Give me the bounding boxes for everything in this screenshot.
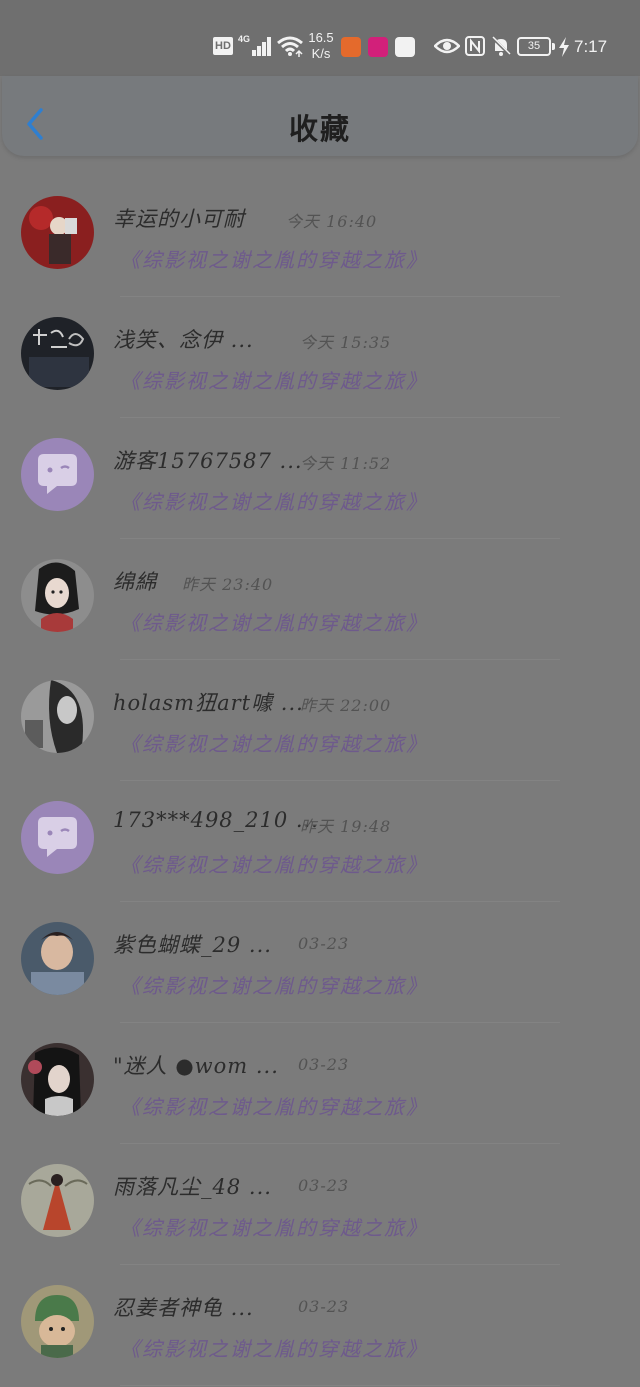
charging-icon [559,37,569,57]
speed-unit: K/s [311,46,331,61]
avatar[interactable] [21,680,94,753]
timestamp: 03-23 [298,1176,350,1195]
book-title[interactable]: 《综影视之谢之胤的穿越之旅》 [120,365,428,394]
book-title[interactable]: 《综影视之谢之胤的穿越之旅》 [120,486,428,515]
timestamp: 今天 11:52 [300,454,392,473]
list-item[interactable]: 幸运的小可耐 今天 16:40 《综影视之谢之胤的穿越之旅》 [0,156,640,297]
wifi-icon [277,36,303,57]
list-item[interactable]: 浅笑、念伊 ... 今天 15:35 《综影视之谢之胤的穿越之旅》 [0,277,640,418]
timestamp: 昨天 22:00 [300,696,392,715]
timestamp: 03-23 [298,1055,350,1074]
user-name: 紫色蝴蝶_29 ... [113,933,272,957]
default-avatar-icon[interactable] [21,438,94,511]
list-item[interactable]: 173***498_210 ... 昨天 19:48 《综影视之谢之胤的穿越之旅… [0,761,640,902]
bell-off-icon [490,35,512,57]
page-title: 收藏 [288,112,351,146]
avatar[interactable] [21,922,94,995]
battery-tip [552,43,555,50]
app-icon [341,37,361,57]
user-name: 绵綿 [113,570,157,594]
app-icon [368,37,388,57]
list-item[interactable]: 绵綿 昨天 23:40 《综影视之谢之胤的穿越之旅》 [0,519,640,660]
nfc-icon [465,36,485,56]
book-title[interactable]: 《综影视之谢之胤的穿越之旅》 [120,244,428,273]
user-name: 173***498_210 ... [113,808,319,832]
timestamp: 03-23 [298,1297,350,1316]
hd-icon: HD [213,37,233,55]
status-bar: HD 4G 16.5 K/s 35 7:17 [0,0,640,76]
avatar[interactable] [21,559,94,632]
list-item[interactable]: 游客15767587 ... 今天 11:52 《综影视之谢之胤的穿越之旅》 [0,398,640,539]
huawei-icon [395,37,415,57]
book-title[interactable]: 《综影视之谢之胤的穿越之旅》 [120,1333,428,1362]
book-title[interactable]: 《综影视之谢之胤的穿越之旅》 [120,970,428,999]
list-item[interactable]: 雨落凡尘_48 ... 03-23 《综影视之谢之胤的穿越之旅》 [0,1124,640,1265]
book-title[interactable]: 《综影视之谢之胤的穿越之旅》 [120,849,428,878]
clock: 7:17 [574,37,608,56]
timestamp: 今天 16:40 [286,212,378,231]
user-name: 幸运的小可耐 [113,207,245,231]
user-name: 游客15767587 ... [113,449,303,473]
avatar[interactable] [21,1164,94,1237]
list-item[interactable]: 紫色蝴蝶_29 ... 03-23 《综影视之谢之胤的穿越之旅》 [0,882,640,1023]
eye-icon [434,38,460,54]
user-name: 浅笑、念伊 ... [113,328,254,352]
avatar[interactable] [21,1285,94,1358]
signal-icon [246,36,272,56]
user-name: "迷人 ●wom ... [113,1054,279,1078]
divider [120,1385,560,1386]
avatar[interactable] [21,1043,94,1116]
list-item[interactable]: "迷人 ●wom ... 03-23 《综影视之谢之胤的穿越之旅》 [0,1003,640,1144]
list-item[interactable]: 忍姜者神龟 ... 03-23 《综影视之谢之胤的穿越之旅》 [0,1245,640,1386]
avatar[interactable] [21,317,94,390]
book-title[interactable]: 《综影视之谢之胤的穿越之旅》 [120,728,428,757]
list-item[interactable]: holasm狃art噱 ... 昨天 22:00 《综影视之谢之胤的穿越之旅》 [0,640,640,781]
user-name: 雨落凡尘_48 ... [113,1175,272,1199]
network-speed: 16.5 K/s [305,30,337,62]
timestamp: 昨天 23:40 [182,575,274,594]
header-bar: 收藏 [2,76,638,156]
timestamp: 03-23 [298,934,350,953]
book-title[interactable]: 《综影视之谢之胤的穿越之旅》 [120,607,428,636]
user-name: 忍姜者神龟 ... [113,1296,254,1320]
user-name: holasm狃art噱 ... [113,691,304,715]
timestamp: 昨天 19:48 [300,817,392,836]
avatar[interactable] [21,196,94,269]
book-title[interactable]: 《综影视之谢之胤的穿越之旅》 [120,1212,428,1241]
timestamp: 今天 15:35 [300,333,392,352]
speed-value: 16.5 [308,30,334,45]
battery-icon: 35 [517,37,551,56]
book-title[interactable]: 《综影视之谢之胤的穿越之旅》 [120,1091,428,1120]
default-avatar-icon[interactable] [21,801,94,874]
